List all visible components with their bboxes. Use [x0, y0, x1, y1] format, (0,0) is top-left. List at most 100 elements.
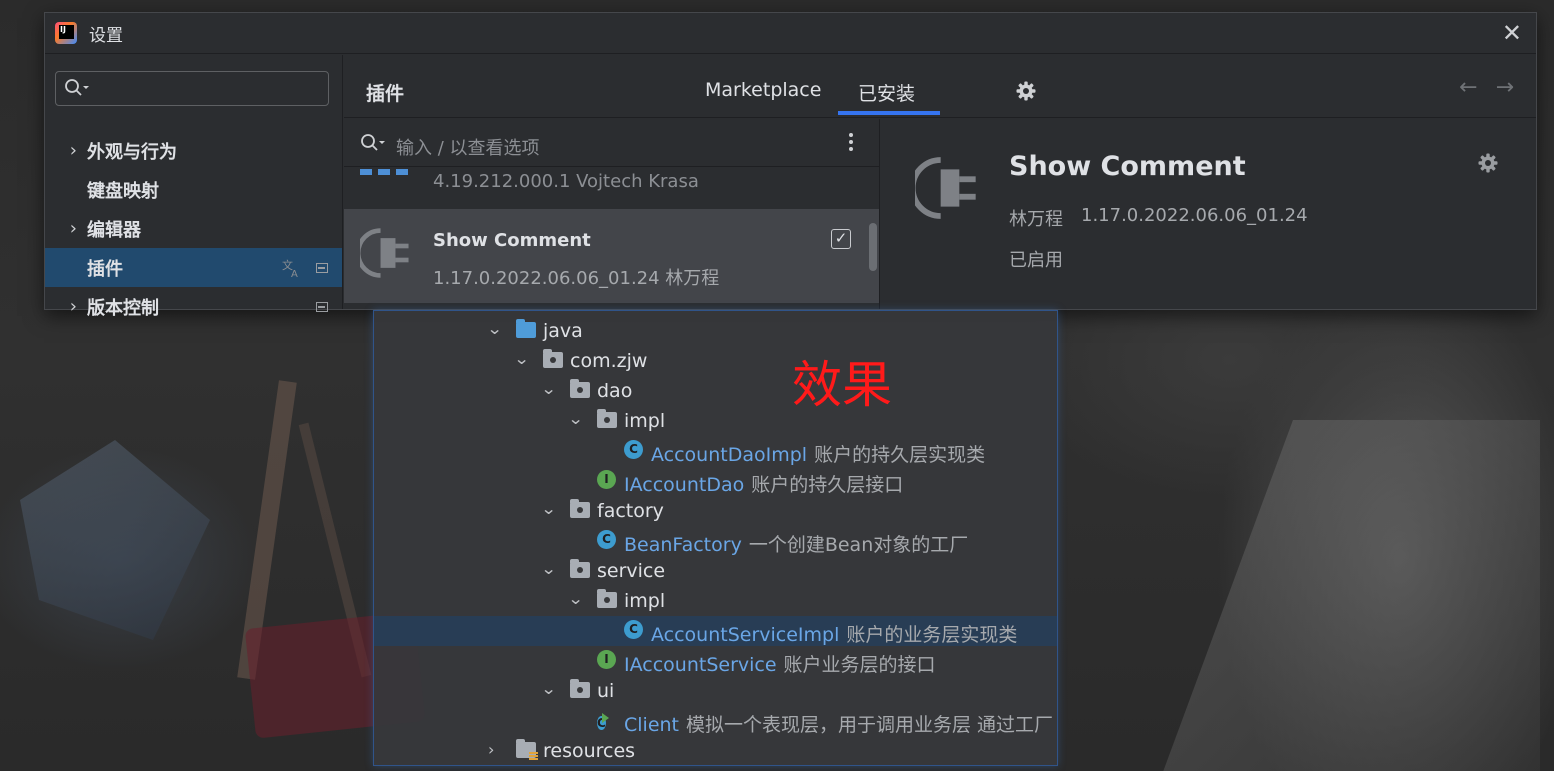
project-level-icon — [316, 262, 328, 273]
tree-comment: 账户业务层的接口 — [783, 654, 936, 676]
plugin-detail-version: 1.17.0.2022.06.06_01.24 — [1081, 205, 1308, 226]
page-title: 插件 — [366, 83, 405, 105]
chevron-down-icon: ⌄ — [540, 679, 557, 698]
tree-label: IAccountDao — [624, 474, 745, 496]
enabled-checkbox[interactable]: ✓ — [831, 229, 851, 249]
tree-label: impl — [624, 410, 666, 432]
tree-label: BeanFactory — [624, 534, 742, 556]
search-icon — [65, 79, 89, 96]
plugin-list: 输入 / 以查看选项 4.19.212.000.1 Vojtech Krasa … — [344, 119, 880, 309]
tab-installed[interactable]: 已安装 — [858, 79, 915, 106]
interface-icon: I — [597, 650, 616, 669]
tree-row-service-impl[interactable]: ⌄ impl — [374, 586, 1057, 616]
plugin-detail-author: 林万程 — [1009, 209, 1063, 230]
effect-annotation: 效果 — [792, 356, 892, 414]
tree-row-iaccountservice[interactable]: I IAccountService 账户业务层的接口 — [374, 646, 1057, 676]
title-bar: 设置 ✕ — [45, 13, 1536, 54]
tree-row-ui[interactable]: ⌄ ui — [374, 676, 1057, 706]
forward-arrow-icon[interactable]: → — [1496, 75, 1514, 100]
sidebar-item-label: 插件 — [87, 258, 123, 280]
package-icon — [597, 589, 617, 608]
sidebar-item-plugins[interactable]: 插件 文 A — [45, 248, 342, 287]
resources-folder-icon — [516, 739, 538, 761]
sidebar-item-appearance[interactable]: › 外观与行为 — [45, 131, 342, 170]
tree-row-service[interactable]: ⌄ service — [374, 556, 1057, 586]
chevron-down-icon: ⌄ — [513, 349, 530, 368]
project-level-icon — [316, 301, 328, 312]
tree-row-beanfactory[interactable]: C BeanFactory 一个创建Bean对象的工厂 — [374, 526, 1057, 556]
list-item[interactable]: 4.19.212.000.1 Vojtech Krasa — [344, 167, 879, 207]
plugin-search-input[interactable]: 输入 / 以查看选项 — [344, 119, 879, 167]
plugin-detail-pane: Show Comment 林万程 1.17.0.2022.06.06_01.24… — [881, 119, 1536, 309]
sidebar-item-label: 外观与行为 — [87, 141, 177, 163]
chevron-right-icon: › — [488, 740, 495, 759]
sidebar-item-editor[interactable]: › 编辑器 — [45, 209, 342, 248]
sidebar-item-label: 编辑器 — [87, 219, 141, 241]
project-tree-panel: ⌄ java ⌄ com.zjw ⌄ dao ⌄ impl C AccountD… — [373, 310, 1058, 766]
chevron-right-icon: › — [69, 140, 77, 161]
intellij-app-icon — [55, 22, 77, 44]
class-icon: C — [624, 440, 643, 459]
package-icon — [570, 679, 590, 698]
close-icon[interactable]: ✕ — [1502, 19, 1522, 47]
package-icon — [543, 349, 563, 368]
tree-comment: 账户的持久层实现类 — [814, 444, 986, 466]
chevron-down-icon: ⌄ — [540, 499, 557, 518]
plugin-detail-status: 已启用 — [1009, 250, 1063, 271]
tree-comment: 账户的业务层实现类 — [846, 624, 1018, 646]
main-class-icon: C — [597, 716, 606, 730]
plugin-plug-icon — [915, 157, 976, 219]
source-folder-icon — [516, 319, 536, 338]
sidebar-item-version-control[interactable]: › 版本控制 — [45, 287, 342, 326]
package-icon — [570, 379, 590, 398]
plugin-logo-icon — [360, 169, 412, 175]
tree-label: factory — [597, 500, 664, 522]
sidebar-search-input[interactable] — [55, 71, 329, 106]
sidebar-item-keymap[interactable]: 键盘映射 — [45, 170, 342, 209]
tree-label: java — [543, 320, 583, 342]
tab-marketplace[interactable]: Marketplace — [705, 79, 821, 101]
list-scrollbar[interactable] — [869, 223, 877, 271]
tree-label: AccountServiceImpl — [651, 624, 840, 646]
package-icon — [570, 559, 590, 578]
tree-label: ui — [597, 680, 615, 702]
package-icon — [570, 499, 590, 518]
translate-icon: 文 A — [282, 258, 298, 278]
list-item-selected[interactable]: Show Comment 1.17.0.2022.06.06_01.24 林万程… — [344, 209, 879, 303]
chevron-down-icon: ⌄ — [567, 409, 584, 428]
background-drape — [1160, 420, 1540, 771]
tree-row-factory[interactable]: ⌄ factory — [374, 496, 1057, 526]
chevron-down-icon: ⌄ — [486, 319, 503, 338]
tree-label: Client — [624, 714, 680, 736]
tree-row-com-zjw[interactable]: ⌄ com.zjw — [374, 346, 1057, 376]
tree-row-resources[interactable]: › resources — [374, 736, 1057, 765]
tree-row-java[interactable]: ⌄ java — [374, 316, 1057, 346]
class-icon: C — [597, 530, 616, 549]
chevron-right-icon: › — [69, 218, 77, 239]
tree-label: resources — [543, 740, 636, 762]
plugins-header: 插件 Marketplace 已安装 ← → — [344, 55, 1536, 118]
tree-row-dao-impl[interactable]: ⌄ impl — [374, 406, 1057, 436]
package-icon — [597, 409, 617, 428]
interface-icon: I — [597, 470, 616, 489]
sidebar-item-label: 键盘映射 — [87, 180, 159, 202]
gear-icon[interactable] — [1478, 153, 1498, 173]
more-options-icon[interactable] — [849, 133, 853, 154]
tree-comment: 模拟一个表现层，用于调用业务层 通过工厂 — [686, 714, 1054, 736]
tree-row-accountdaoimpl[interactable]: C AccountDaoImpl 账户的持久层实现类 — [374, 436, 1057, 466]
active-tab-indicator — [838, 111, 940, 115]
search-icon — [361, 134, 385, 151]
tree-row-client[interactable]: C Client 模拟一个表现层，用于调用业务层 通过工厂 — [374, 706, 1057, 736]
window-title: 设置 — [89, 25, 123, 46]
tree-row-accountserviceimpl[interactable]: C AccountServiceImpl 账户的业务层实现类 — [374, 616, 1057, 646]
back-arrow-icon[interactable]: ← — [1459, 75, 1477, 100]
search-placeholder: 输入 / 以查看选项 — [396, 138, 540, 159]
gear-icon[interactable] — [1016, 81, 1036, 101]
tree-label: dao — [597, 380, 633, 402]
plugin-plug-icon — [360, 228, 409, 278]
tree-comment: 账户的持久层接口 — [751, 474, 904, 496]
background-crystal — [20, 440, 210, 640]
tree-label: IAccountService — [624, 654, 777, 676]
tree-row-iaccountdao[interactable]: I IAccountDao 账户的持久层接口 — [374, 466, 1057, 496]
tree-row-dao[interactable]: ⌄ dao — [374, 376, 1057, 406]
